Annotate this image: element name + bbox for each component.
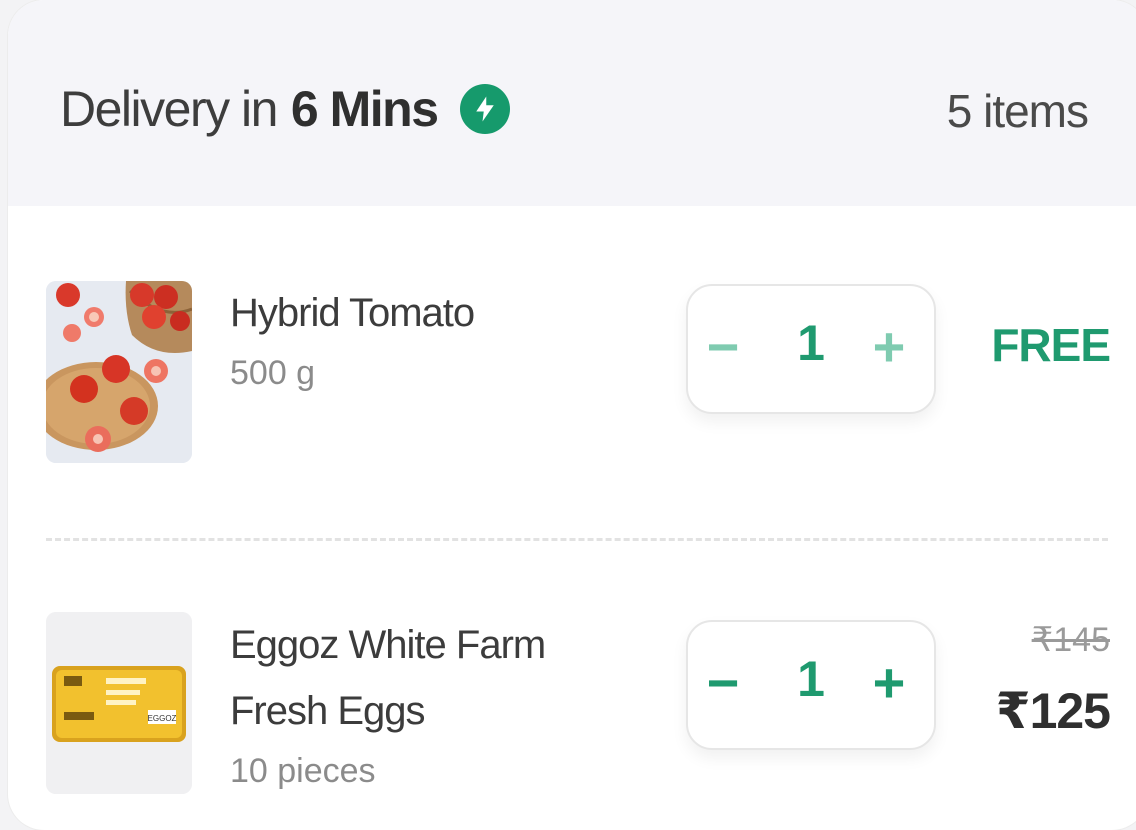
pack-label: EGGOZ <box>148 714 177 723</box>
decrease-button[interactable]: − <box>688 312 758 382</box>
delivery-title: Delivery in 6 Mins <box>60 80 510 138</box>
decrease-button[interactable]: − <box>688 648 758 718</box>
item-mrp: ₹145 <box>1031 621 1110 659</box>
eggs-image[interactable]: EGGOZ <box>46 612 192 794</box>
item-count: 5 items <box>946 85 1089 137</box>
item-name-line2: Fresh Eggs <box>230 689 426 733</box>
bolt-icon <box>459 84 510 134</box>
cart-card: Delivery in 6 Mins 5 items Hybrid Tomato… <box>8 0 1136 830</box>
increase-button[interactable]: + <box>854 648 924 718</box>
increase-button[interactable]: + <box>854 312 924 382</box>
delivery-prefix: Delivery in <box>60 81 278 137</box>
quantity-stepper: − 1 + <box>686 284 936 414</box>
cart-header: Delivery in 6 Mins 5 items <box>8 0 1136 206</box>
quantity-stepper: − 1 + <box>686 620 936 750</box>
item-quantity-label: 10 pieces <box>230 752 376 790</box>
delivery-time: 6 Mins <box>290 81 439 137</box>
item-name: Hybrid Tomato <box>230 291 475 335</box>
item-name-line1: Eggoz White Farm <box>230 623 546 667</box>
quantity-value: 1 <box>797 651 825 707</box>
tomato-image[interactable] <box>46 281 192 463</box>
item-divider <box>46 538 1108 541</box>
quantity-value: 1 <box>797 315 825 371</box>
item-price: FREE <box>991 319 1111 371</box>
item-price: ₹125 <box>995 683 1111 739</box>
item-quantity-label: 500 g <box>230 354 316 392</box>
